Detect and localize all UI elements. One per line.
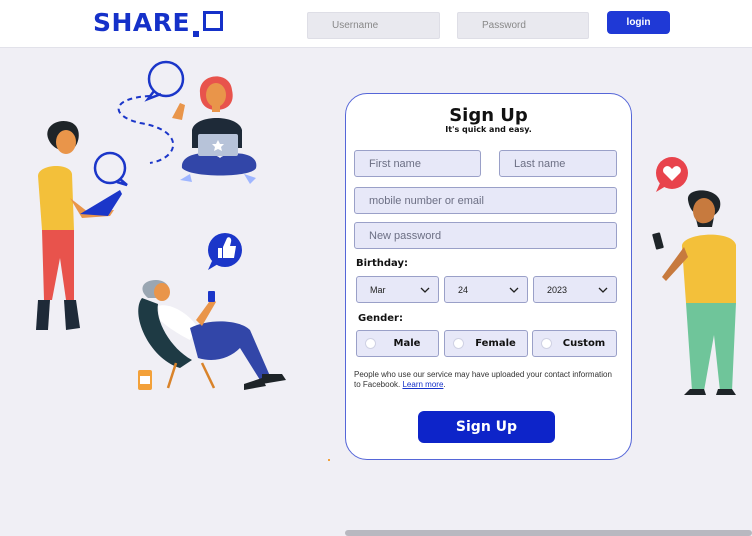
birthday-year-select[interactable]: 2023 (533, 276, 617, 303)
gender-option-label: Male (393, 338, 421, 349)
gender-option-male[interactable]: Male (356, 330, 439, 357)
birthday-label: Birthday: (356, 258, 408, 269)
logo-text: SHARE (93, 8, 191, 37)
notice-end: . (443, 380, 446, 389)
gender-option-label: Female (475, 338, 516, 349)
first-name-input[interactable] (354, 150, 481, 177)
birthday-day-select[interactable]: 24 (444, 276, 528, 303)
username-input[interactable] (307, 12, 440, 39)
heart-icon (656, 157, 688, 192)
top-navigation-bar: SHARE login (0, 0, 752, 48)
birthday-month-select[interactable]: Mar (356, 276, 439, 303)
speech-bubble-icon (93, 60, 185, 187)
gender-option-label: Custom (562, 338, 606, 349)
birthday-year-value: 2023 (547, 284, 568, 295)
reclining-person-figure (138, 280, 286, 390)
signup-title: Sign Up (449, 105, 528, 126)
gender-option-custom[interactable]: Custom (532, 330, 617, 357)
chevron-down-icon (598, 287, 608, 293)
notice-text: People who use our service may have uplo… (354, 370, 612, 389)
man-with-phone-illustration (652, 157, 736, 395)
thumbs-up-icon (208, 233, 242, 270)
birthday-month-value: Mar (370, 284, 386, 295)
sitting-woman-figure (172, 76, 257, 184)
horizontal-scrollbar[interactable] (345, 530, 752, 536)
signup-card: Sign Up It's quick and easy. Birthday: M… (345, 93, 632, 460)
logo-square-icon (193, 8, 224, 38)
password-input[interactable] (457, 12, 589, 39)
gender-label: Gender: (358, 313, 403, 324)
share-logo[interactable]: SHARE (93, 8, 224, 38)
chevron-down-icon (509, 287, 519, 293)
contact-upload-notice: People who use our service may have uplo… (354, 370, 614, 390)
radio-button[interactable] (453, 338, 464, 349)
signup-submit-button[interactable]: Sign Up (418, 411, 555, 443)
people-illustration (36, 60, 286, 390)
learn-more-link[interactable]: Learn more (402, 380, 443, 389)
birthday-day-value: 24 (458, 284, 469, 295)
chevron-down-icon (420, 287, 430, 293)
last-name-input[interactable] (499, 150, 617, 177)
contact-input[interactable] (354, 187, 617, 214)
gender-option-female[interactable]: Female (444, 330, 528, 357)
login-button[interactable]: login (607, 11, 670, 34)
new-password-input[interactable] (354, 222, 617, 249)
signup-subtitle: It's quick and easy. (445, 125, 532, 134)
radio-button[interactable] (541, 338, 552, 349)
radio-button[interactable] (365, 338, 376, 349)
